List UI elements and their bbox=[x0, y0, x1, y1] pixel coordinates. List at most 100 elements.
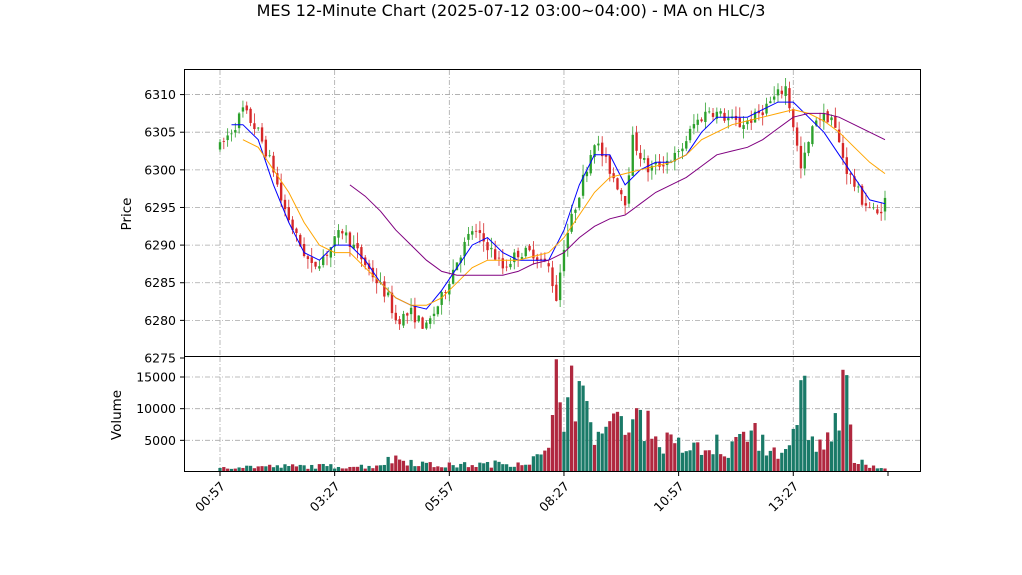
volume-bar bbox=[363, 468, 367, 471]
volume-bar bbox=[302, 465, 306, 471]
candle-body bbox=[425, 322, 428, 329]
volume-bar bbox=[608, 421, 612, 471]
volume-bar bbox=[879, 468, 883, 471]
candle-body bbox=[398, 319, 401, 325]
volume-bar bbox=[443, 467, 448, 471]
candle-body bbox=[237, 113, 241, 129]
volume-bar bbox=[650, 438, 654, 471]
volume-bar bbox=[378, 465, 383, 471]
candle-body bbox=[864, 203, 868, 206]
candle-body bbox=[620, 190, 623, 195]
volume-axis-label: Volume bbox=[109, 390, 125, 440]
candle-body bbox=[734, 115, 738, 120]
volume-bar bbox=[761, 434, 765, 471]
volume-bar bbox=[799, 380, 803, 471]
volume-bar bbox=[680, 452, 685, 471]
volume-bar bbox=[661, 453, 665, 471]
candle-body bbox=[260, 127, 264, 142]
moving-average-lines bbox=[231, 101, 886, 310]
volume-bar bbox=[462, 462, 467, 471]
volume-bar bbox=[757, 450, 761, 471]
time-tick-label: 05:57 bbox=[421, 479, 457, 515]
volume-bar bbox=[359, 464, 364, 471]
volume-bar bbox=[803, 375, 807, 471]
candle-body bbox=[486, 242, 489, 251]
candle-body bbox=[383, 281, 386, 297]
candle-body bbox=[662, 165, 665, 167]
volume-bar bbox=[508, 466, 513, 471]
volume-bar bbox=[248, 465, 253, 471]
volume-bar bbox=[428, 462, 432, 471]
volume-bar bbox=[772, 447, 776, 471]
volume-bar bbox=[810, 436, 815, 471]
candle-body bbox=[769, 101, 772, 104]
volume-bar bbox=[279, 467, 283, 471]
candlestick-chart: MES 12-Minute Chart (2025-07-12 03:00~04… bbox=[109, 1, 921, 515]
volume-bar bbox=[313, 468, 318, 471]
volume-bar bbox=[856, 464, 860, 471]
volume-bar bbox=[371, 468, 375, 471]
volume-axis: 5000 10000 15000 bbox=[136, 370, 184, 448]
volume-bar bbox=[367, 465, 371, 471]
volume-bar bbox=[233, 468, 237, 471]
volume-tick-label: 5000 bbox=[144, 433, 176, 448]
volume-bar bbox=[539, 454, 543, 471]
candle-body bbox=[264, 139, 268, 157]
volume-bar bbox=[398, 459, 402, 471]
candle-body bbox=[784, 86, 787, 96]
volume-bar bbox=[673, 443, 677, 471]
candle-body bbox=[356, 242, 359, 249]
candle-body bbox=[432, 313, 436, 317]
price-tick-label: 6310 bbox=[144, 87, 176, 102]
volume-bar bbox=[604, 426, 608, 471]
candle-body bbox=[876, 209, 879, 214]
volume-bar bbox=[493, 460, 497, 471]
time-tick-label: 00:57 bbox=[192, 479, 228, 515]
volume-bar bbox=[573, 421, 578, 471]
candle-body bbox=[524, 247, 527, 257]
candle-body bbox=[413, 305, 417, 323]
volume-bar bbox=[627, 432, 631, 471]
candle-body bbox=[578, 197, 581, 208]
candle-body bbox=[268, 155, 271, 157]
candle-body bbox=[551, 267, 554, 287]
candle-body bbox=[872, 207, 875, 209]
candle-body bbox=[295, 228, 298, 234]
chart-title: MES 12-Minute Chart (2025-07-12 03:00~04… bbox=[257, 1, 766, 20]
moving-average-line bbox=[349, 112, 886, 276]
price-tick-label: 6280 bbox=[144, 313, 176, 328]
volume-bar bbox=[615, 411, 620, 471]
volume-bar bbox=[271, 467, 276, 471]
candle-body bbox=[516, 250, 520, 258]
candle-body bbox=[834, 115, 837, 128]
candle-body bbox=[627, 175, 631, 204]
candle-body bbox=[409, 307, 413, 315]
candle-body bbox=[704, 111, 707, 122]
volume-bar bbox=[852, 462, 857, 471]
candle-body bbox=[558, 272, 562, 301]
volume-bar bbox=[218, 467, 222, 471]
volume-bar bbox=[241, 467, 245, 471]
candle-body bbox=[474, 230, 478, 232]
price-panel-frame bbox=[184, 69, 921, 357]
candle-body bbox=[478, 230, 482, 233]
volume-bar bbox=[684, 451, 688, 471]
volume-tick-label: 10000 bbox=[136, 401, 176, 416]
volume-bar bbox=[527, 464, 532, 471]
volume-bar bbox=[405, 465, 409, 471]
candle-body bbox=[463, 241, 466, 257]
candle-body bbox=[314, 261, 317, 267]
price-tick-label: 6290 bbox=[144, 238, 176, 253]
volume-bar bbox=[355, 466, 360, 471]
time-axis: 00:57 03:27 05:57 08:27 10:57 13:27 bbox=[192, 471, 889, 515]
volume-bar bbox=[485, 461, 490, 471]
volume-bar bbox=[829, 441, 834, 471]
candle-body bbox=[803, 152, 806, 169]
volume-bar bbox=[581, 385, 585, 471]
candle-body bbox=[555, 284, 558, 301]
volume-bar bbox=[340, 468, 344, 471]
volume-bar bbox=[826, 432, 830, 471]
volume-bar bbox=[512, 466, 516, 471]
price-tick-label: 6275 bbox=[144, 351, 176, 366]
candle-body bbox=[222, 141, 226, 142]
